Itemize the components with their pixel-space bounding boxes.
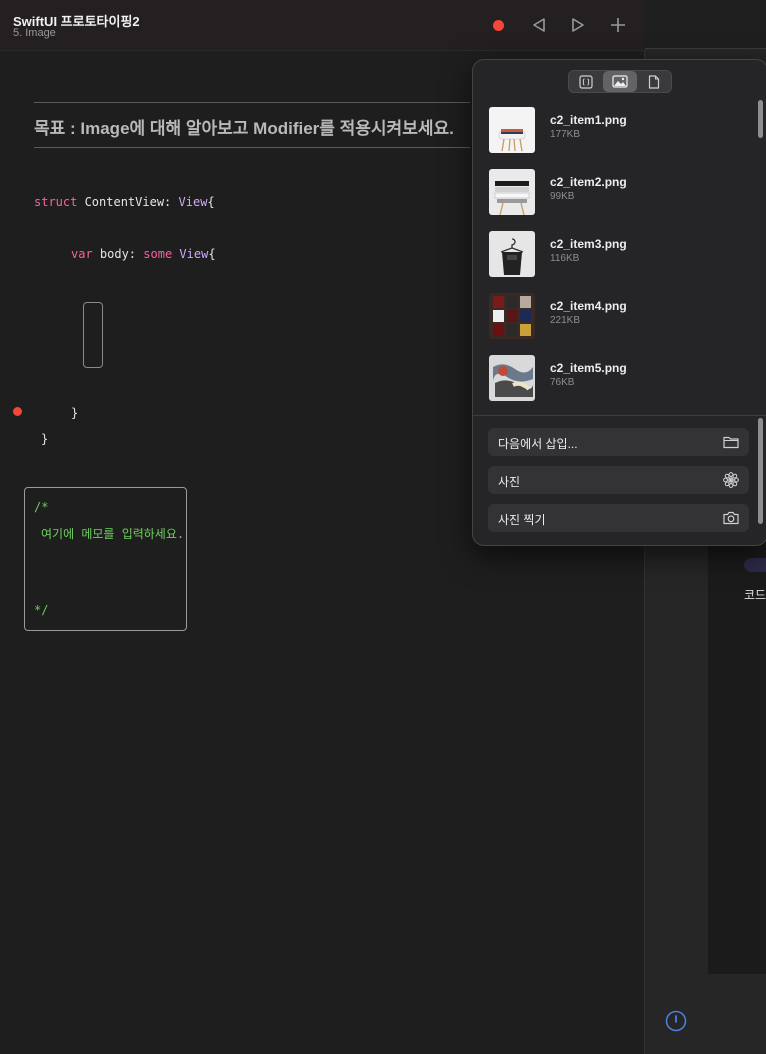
camera-icon [723,511,739,525]
file-row[interactable]: c2_item1.png 177KB [473,103,753,159]
code-placeholder[interactable] [83,302,103,368]
file-thumbnail [489,355,535,401]
type-view-2: View [179,247,209,261]
photos-label: 사진 [498,475,521,489]
add-button[interactable] [607,14,629,36]
gamepad-chip[interactable] [744,558,766,572]
file-thumbnail [489,231,535,277]
memo-comment-close: */ [34,603,49,617]
struct-name: ContentView: [77,195,179,209]
file-name: c2_item1.png [550,113,627,127]
file-row[interactable]: c2_item5.png 76KB [473,351,753,407]
file-thumbnail [489,107,535,153]
file-row[interactable]: c2_item4.png 221KB [473,289,753,345]
segment-files[interactable] [637,71,671,92]
top-toolbar: SwiftUI 프로토타이핑2 5. Image [0,0,644,51]
segment-images[interactable] [603,71,637,92]
sidebar-header [645,0,766,50]
close-brace-inner: } [71,406,79,420]
file-thumbnail [489,169,535,215]
right-panel-label: 코드 [744,588,766,602]
file-name: c2_item3.png [550,237,627,251]
open-brace: { [207,195,215,209]
close-brace-outer: } [41,432,49,446]
insert-from-button[interactable]: 다음에서 삽입... [488,428,749,456]
popover-divider [473,415,766,416]
info-icon[interactable] [665,1010,687,1032]
file-size: 177KB [550,129,581,140]
take-photo-label: 사진 찍기 [498,513,546,527]
file-size: 99KB [550,191,575,202]
take-photo-button[interactable]: 사진 찍기 [488,504,749,532]
goal-divider-bottom [34,147,470,148]
keyword-some: some [143,247,173,261]
next-button[interactable] [567,14,589,36]
resource-type-segmented-control [568,70,672,93]
file-thumbnail [489,293,535,339]
file-name: c2_item5.png [550,361,627,375]
photo-icon [612,75,628,88]
resource-popover: c2_item1.png 177KB c2_item2.png 99KB c2_… [472,59,766,546]
goal-divider-top [34,102,470,103]
record-dot-icon [492,19,504,31]
breakpoint-dot[interactable] [13,407,22,416]
type-view: View [178,195,208,209]
right-card [708,540,766,974]
segment-code[interactable] [569,71,603,92]
insert-from-label: 다음에서 삽입... [498,437,578,451]
file-row[interactable]: c2_item2.png 99KB [473,165,753,221]
page-subtitle: 5. Image [13,27,56,39]
goal-text: 목표 : Image에 대해 알아보고 Modifier를 적용시켜보세요. [34,119,454,138]
file-name: c2_item4.png [550,299,627,313]
file-name: c2_item2.png [550,175,627,189]
triangle-right-icon [572,18,584,32]
file-size: 221KB [550,315,581,326]
file-row[interactable]: c2_item3.png 116KB [473,227,753,283]
actions-scrollbar[interactable] [758,418,763,524]
triangle-left-icon [533,18,545,32]
code-line-struct[interactable]: struct ContentView: View{ [34,195,215,209]
keyword-struct: struct [34,195,78,209]
file-size: 76KB [550,377,575,388]
photos-flower-icon [723,472,739,488]
body-name: body: [92,247,144,261]
photos-button[interactable]: 사진 [488,466,749,494]
code-icon [579,74,593,89]
keyword-var: var [71,247,93,261]
memo-box[interactable]: /* 여기에 메모를 입력하세요. */ [24,487,187,631]
memo-placeholder: 여기에 메모를 입력하세요. [41,527,185,541]
memo-comment-open: /* [34,500,49,514]
plus-icon [611,18,625,32]
code-line-body[interactable]: var body: some View{ [71,247,216,261]
folder-icon [723,436,739,449]
document-icon [648,74,660,89]
open-brace-2: { [208,247,216,261]
file-list-scrollbar[interactable] [758,100,763,138]
run-stop-button[interactable] [487,14,509,36]
previous-button[interactable] [528,14,550,36]
file-size: 116KB [550,253,580,264]
